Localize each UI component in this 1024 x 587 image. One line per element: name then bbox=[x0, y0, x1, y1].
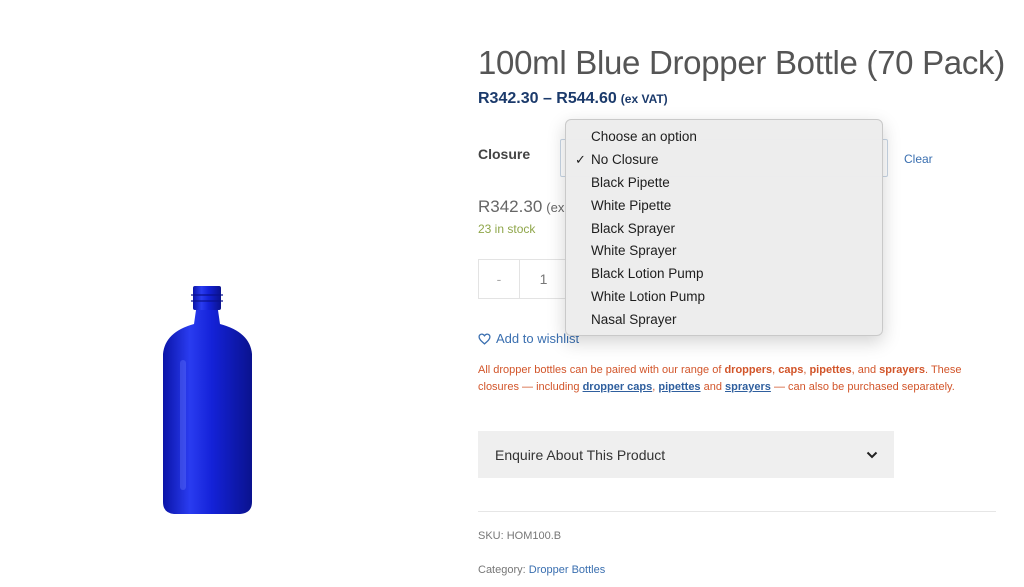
product-image bbox=[163, 286, 252, 514]
variation-price: R342.30 (ex bbox=[478, 197, 564, 217]
note-pipettes: pipettes bbox=[809, 364, 852, 376]
note-text: All dropper bottles can be paired with o… bbox=[478, 364, 725, 376]
closure-dropdown-menu: Choose an option ✓ No Closure Black Pipette… bbox=[565, 119, 883, 336]
sprayers-link[interactable]: sprayers bbox=[725, 381, 771, 393]
dropdown-option[interactable]: Black Sprayer bbox=[566, 218, 882, 241]
heart-icon bbox=[478, 332, 491, 345]
dropdown-option-label: Nasal Sprayer bbox=[591, 312, 677, 328]
pipettes-link[interactable]: pipettes bbox=[658, 381, 700, 393]
sku: SKU: HOM100.B bbox=[478, 530, 562, 542]
note-caps: caps bbox=[778, 364, 804, 376]
clear-link[interactable]: Clear bbox=[904, 152, 933, 166]
dropdown-option-label: Black Lotion Pump bbox=[591, 266, 704, 282]
quantity-minus-button[interactable]: - bbox=[479, 260, 520, 298]
dropdown-option[interactable]: Nasal Sprayer bbox=[566, 309, 882, 332]
dropdown-option[interactable]: Choose an option bbox=[566, 126, 882, 149]
note-text: and bbox=[700, 381, 726, 393]
dropdown-option[interactable]: White Lotion Pump bbox=[566, 286, 882, 309]
category-label: Category: bbox=[478, 564, 526, 576]
enquire-accordion[interactable]: Enquire About This Product bbox=[478, 431, 894, 478]
dropdown-option[interactable]: ✓ No Closure bbox=[566, 149, 882, 172]
dropdown-option[interactable]: White Sprayer bbox=[566, 240, 882, 263]
dropdown-option-label: White Sprayer bbox=[591, 243, 677, 259]
variation-price-value: R342.30 bbox=[478, 197, 543, 216]
closure-label: Closure bbox=[478, 146, 531, 162]
price-range-value: R342.30 – R544.60 bbox=[478, 90, 617, 107]
dropdown-option[interactable]: White Pipette bbox=[566, 195, 882, 218]
dropdown-option[interactable]: Black Pipette bbox=[566, 172, 882, 195]
dropdown-option-label: Choose an option bbox=[591, 129, 697, 144]
checkmark-icon: ✓ bbox=[575, 151, 586, 167]
quantity-stepper: - 1 bbox=[478, 259, 568, 299]
note-text: — can also be purchased separately. bbox=[770, 381, 955, 393]
variation-price-suffix: (ex bbox=[546, 200, 565, 215]
dropdown-option[interactable]: Black Lotion Pump bbox=[566, 263, 882, 286]
add-to-wishlist-link[interactable]: Add to wishlist bbox=[478, 331, 579, 346]
dropdown-option-label: White Lotion Pump bbox=[591, 289, 706, 305]
category: Category: Dropper Bottles bbox=[478, 564, 605, 576]
price-range: R342.30 – R544.60 (ex VAT) bbox=[478, 90, 668, 108]
dropdown-option-label: Black Sprayer bbox=[591, 220, 676, 236]
dropdown-option-label: No Closure bbox=[591, 151, 659, 167]
category-link[interactable]: Dropper Bottles bbox=[529, 564, 605, 576]
divider bbox=[478, 511, 996, 512]
chevron-down-icon bbox=[866, 451, 878, 458]
price-range-suffix: (ex VAT) bbox=[620, 92, 668, 106]
product-title: 100ml Blue Dropper Bottle (70 Pack) bbox=[478, 44, 1005, 81]
quantity-input[interactable]: 1 bbox=[520, 260, 567, 298]
dropdown-option-label: White Pipette bbox=[591, 197, 672, 213]
note-droppers: droppers bbox=[724, 364, 773, 376]
note-sprayers: sprayers bbox=[879, 364, 926, 376]
dropper-caps-link[interactable]: dropper caps bbox=[583, 381, 653, 393]
stock-status: 23 in stock bbox=[478, 222, 536, 236]
note-text: , and bbox=[851, 364, 880, 376]
closure-note: All dropper bottles can be paired with o… bbox=[478, 362, 978, 396]
enquire-label: Enquire About This Product bbox=[495, 446, 666, 463]
dropdown-option-label: Black Pipette bbox=[591, 174, 670, 190]
